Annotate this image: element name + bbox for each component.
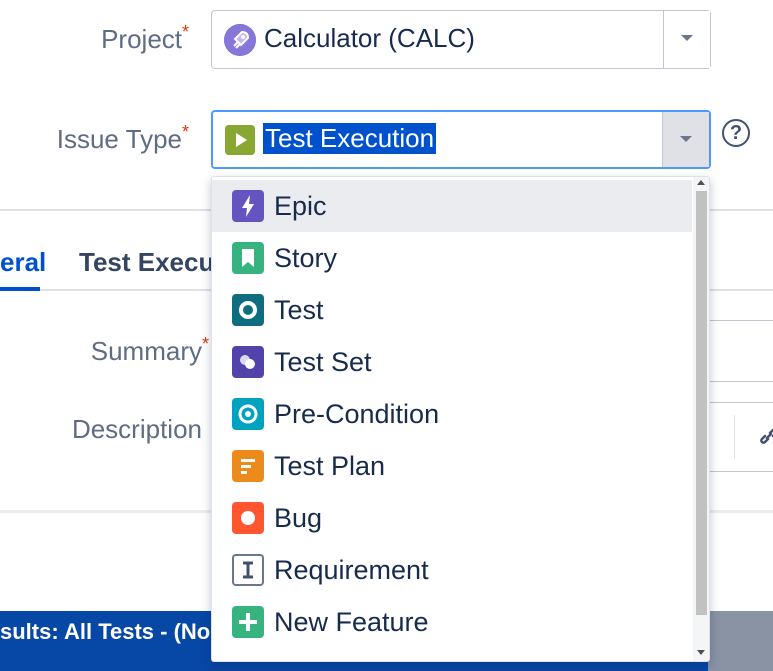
dropdown-item-epic[interactable]: Epic (212, 180, 692, 232)
test-execution-icon (225, 125, 255, 155)
issue-type-dropdown-toggle[interactable] (662, 112, 709, 167)
issue-type-dropdown-list[interactable]: Epic Story Test Test Set Pre-Condition T… (211, 176, 710, 662)
rocket-avatar-icon (224, 24, 256, 56)
summary-input[interactable] (700, 320, 773, 382)
toolbar-separator (734, 415, 735, 459)
dropdown-item-test-set[interactable]: Test Set (212, 336, 692, 388)
issue-type-value[interactable]: Test Execution (263, 123, 437, 154)
project-select[interactable]: Calculator (CALC) (211, 10, 711, 69)
dropdown-scrollbar[interactable] (693, 177, 709, 661)
pre-condition-icon (232, 398, 264, 430)
issue-type-label: Issue Type (56, 124, 182, 154)
dropdown-scrollbar-thumb[interactable] (696, 191, 707, 615)
description-toolbar (700, 402, 773, 472)
issue-type-select[interactable]: Test Execution (211, 110, 711, 169)
issue-type-required-mark: * (182, 122, 190, 142)
dropdown-item-story[interactable]: Story (212, 232, 692, 284)
tab-test-execution[interactable]: Test Executi (79, 247, 230, 278)
dropdown-item-test[interactable]: Test (212, 284, 692, 336)
link-icon[interactable] (758, 425, 773, 452)
description-label: Description (71, 414, 202, 444)
results-banner-text: sults: All Tests - (No (0, 619, 211, 644)
bug-icon (232, 502, 264, 534)
dropdown-item-requirement[interactable]: Requirement (212, 544, 692, 596)
chevron-down-icon (680, 136, 692, 142)
project-label: Project (101, 24, 182, 54)
dropdown-item-new-feature[interactable]: New Feature (212, 596, 692, 648)
project-value: Calculator (CALC) (264, 23, 475, 53)
new-feature-icon (232, 606, 264, 638)
dropdown-item-bug[interactable]: Bug (212, 492, 692, 544)
summary-label: Summary (90, 336, 202, 366)
chevron-down-icon (681, 35, 693, 41)
tab-general-underline (0, 287, 40, 291)
scroll-down-arrow[interactable] (697, 650, 705, 655)
help-icon[interactable]: ? (722, 119, 750, 147)
story-icon (232, 242, 264, 274)
tab-general[interactable]: eral (0, 247, 46, 278)
scroll-up-arrow[interactable] (697, 180, 705, 185)
test-plan-icon (232, 450, 264, 482)
project-dropdown-toggle[interactable] (663, 11, 710, 68)
banner-right-panel (708, 611, 773, 671)
epic-icon (232, 190, 264, 222)
test-icon (232, 294, 264, 326)
summary-required-mark: * (202, 334, 210, 354)
test-set-icon (232, 346, 264, 378)
requirement-icon (232, 554, 264, 586)
dropdown-item-test-plan[interactable]: Test Plan (212, 440, 692, 492)
dropdown-item-pre-condition[interactable]: Pre-Condition (212, 388, 692, 440)
project-required-mark: * (182, 22, 190, 42)
